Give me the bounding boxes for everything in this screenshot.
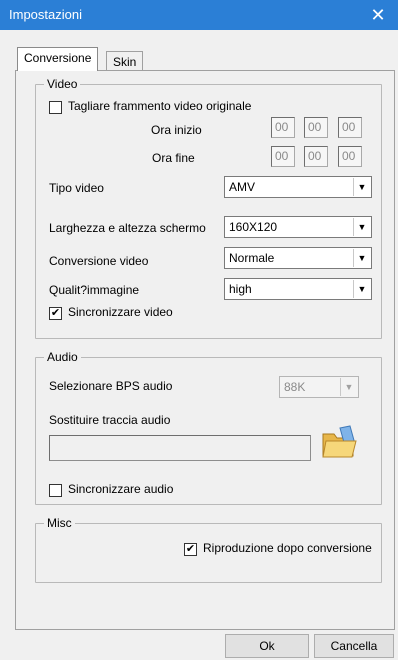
- start-minutes-field[interactable]: 00: [304, 117, 328, 138]
- misc-legend: Misc: [44, 516, 75, 530]
- tab-conversione[interactable]: Conversione: [17, 47, 99, 71]
- sync-audio-label: Sincronizzare audio: [68, 482, 174, 496]
- video-type-value: AMV: [229, 180, 256, 194]
- image-quality-value: high: [229, 282, 252, 296]
- screen-size-select[interactable]: 160X120 ▼: [224, 216, 372, 238]
- start-hours-field[interactable]: 00: [271, 117, 295, 138]
- image-quality-select[interactable]: high ▼: [224, 278, 372, 300]
- play-after-label: Riproduzione dopo conversione: [203, 541, 372, 555]
- video-group: Video: [35, 77, 382, 339]
- close-icon[interactable]: ✕: [358, 0, 398, 30]
- end-minutes-field[interactable]: 00: [304, 146, 328, 167]
- video-type-select[interactable]: AMV ▼: [224, 176, 372, 198]
- end-hours-field[interactable]: 00: [271, 146, 295, 167]
- video-type-label: Tipo video: [49, 181, 104, 195]
- bps-value: 88K: [284, 380, 306, 394]
- audio-track-path-field[interactable]: [49, 435, 311, 461]
- bps-select[interactable]: 88K ▼: [279, 376, 359, 398]
- chevron-down-icon[interactable]: ▼: [340, 378, 357, 396]
- replace-audio-label: Sostituire traccia audio: [49, 413, 171, 427]
- chevron-down-icon[interactable]: ▼: [353, 249, 370, 267]
- sync-audio-checkbox[interactable]: [49, 484, 62, 497]
- chevron-down-icon[interactable]: ▼: [353, 218, 370, 236]
- video-conversion-label: Conversione video: [49, 254, 149, 268]
- play-after-checkbox[interactable]: ✔: [184, 543, 197, 556]
- screen-size-value: 160X120: [229, 220, 278, 234]
- screen-size-label: Larghezza e altezza schermo: [49, 221, 206, 235]
- sync-video-checkbox[interactable]: ✔: [49, 307, 62, 320]
- end-seconds-field[interactable]: 00: [338, 146, 362, 167]
- tab-panel: Video Tagliare frammento video originale…: [15, 70, 395, 630]
- video-conversion-select[interactable]: Normale ▼: [224, 247, 372, 269]
- bps-label: Selezionare BPS audio: [49, 379, 173, 393]
- sync-video-label: Sincronizzare video: [68, 305, 173, 319]
- cancel-button[interactable]: Cancella: [314, 634, 394, 658]
- audio-legend: Audio: [44, 350, 81, 364]
- video-legend: Video: [44, 77, 81, 91]
- end-time-label: Ora fine: [152, 151, 195, 165]
- start-time-label: Ora inizio: [151, 123, 202, 137]
- chevron-down-icon[interactable]: ▼: [353, 280, 370, 298]
- start-seconds-field[interactable]: 00: [338, 117, 362, 138]
- ok-button[interactable]: Ok: [225, 634, 309, 658]
- check-icon: ✔: [50, 307, 61, 319]
- folder-open-icon[interactable]: [320, 424, 360, 460]
- cut-label: Tagliare frammento video originale: [68, 99, 252, 113]
- chevron-down-icon[interactable]: ▼: [353, 178, 370, 196]
- title-bar: Impostazioni ✕: [0, 0, 398, 30]
- cut-checkbox[interactable]: [49, 101, 62, 114]
- image-quality-label: Qualit?immagine: [49, 283, 140, 297]
- video-conversion-value: Normale: [229, 251, 275, 265]
- window-title: Impostazioni: [9, 7, 82, 22]
- check-icon: ✔: [185, 543, 196, 555]
